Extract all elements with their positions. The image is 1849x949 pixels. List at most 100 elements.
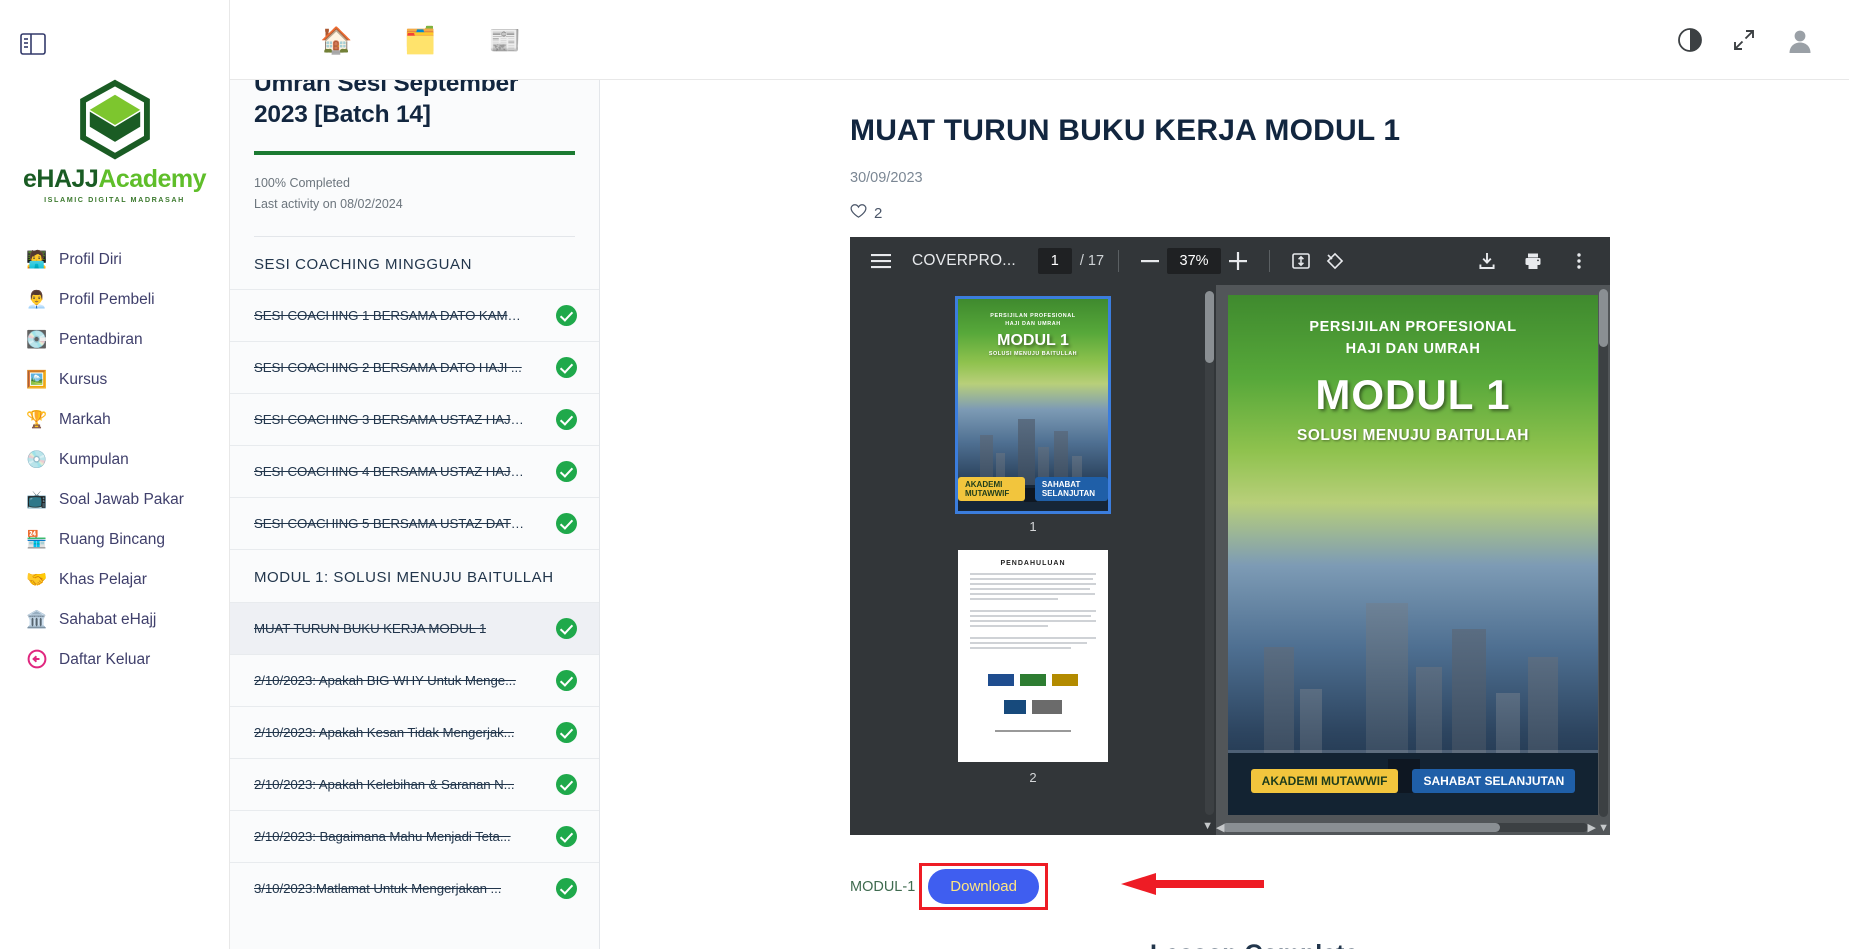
thumbnail-scroll-down-icon[interactable]: ▼	[1202, 820, 1213, 832]
sidebar-item-kursus[interactable]: 🖼️ Kursus	[0, 360, 229, 400]
sidebar-item-khas-pelajar[interactable]: 🤝 Khas Pelajar	[0, 560, 229, 600]
sidebar-item-label: Daftar Keluar	[59, 651, 151, 668]
page-scroll-down-icon[interactable]: ▼	[1598, 822, 1609, 834]
lesson-complete-check-icon	[556, 773, 577, 795]
sidebar-item-label: Sahabat eHajj	[59, 611, 157, 628]
divider	[1269, 250, 1271, 272]
page-scrollbar-horizontal[interactable]	[1222, 823, 1588, 832]
pdf-thumbnail-page-1[interactable]: PERSIJILAN PROFESIONAL HAJI DAN UMRAH MO…	[955, 296, 1111, 514]
like-counter[interactable]: 2	[850, 203, 1849, 223]
fit-to-page-icon[interactable]	[1284, 244, 1318, 278]
sidebar-item-label: Profil Pembeli	[59, 291, 155, 308]
page-hscrollbar-thumb[interactable]	[1222, 823, 1501, 832]
thumbnail-scrollbar-thumb[interactable]	[1205, 291, 1214, 363]
cover-artwork-large: PERSIJILAN PROFESIONAL HAJI DAN UMRAH MO…	[1228, 295, 1598, 815]
pdf-page-total: / 17	[1080, 253, 1104, 269]
sidebar-item-soal-jawab-pakar[interactable]: 📺 Soal Jawab Pakar	[0, 480, 229, 520]
cover-title: MODUL 1	[1315, 371, 1511, 418]
lesson-list-item-active[interactable]: MUAT TURUN BUKU KERJA MODUL 1	[230, 601, 599, 654]
profile-icon: 🧑‍💻	[26, 250, 48, 269]
cover-badge-2: SAHABAT SELANJUTAN	[1412, 769, 1576, 793]
sidebar-item-label: Soal Jawab Pakar	[59, 491, 184, 508]
download-highlight-box: Download	[919, 863, 1048, 910]
sidebar-item-markah[interactable]: 🏆 Markah	[0, 400, 229, 440]
lesson-list-item[interactable]: 2/10/2023: Bagaimana Mahu Menjadi Teta..…	[230, 809, 599, 862]
logo-text: eHAJJAcademy	[23, 165, 206, 194]
logout-icon	[26, 649, 48, 671]
news-icon[interactable]: 📰	[489, 27, 521, 53]
lesson-list-item[interactable]: 2/10/2023: Apakah Kelebihan & Saranan N.…	[230, 757, 599, 810]
lesson-list-item[interactable]: SESI COACHING 5 BERSAMA USTAZ DATO ...	[230, 496, 599, 549]
pdf-body: PERSIJILAN PROFESIONAL HAJI DAN UMRAH MO…	[850, 285, 1610, 835]
sidebar-item-sahabat-ehajj[interactable]: 🏛️ Sahabat eHajj	[0, 600, 229, 640]
discussion-room-icon: 🏪	[26, 530, 48, 549]
user-avatar-icon[interactable]	[1785, 26, 1813, 54]
cover-logos: AKADEMI MUTAWWIF SAHABAT SELANJUTAN	[1228, 769, 1598, 793]
pdf-thumbnail-page-2[interactable]: PENDAHULUAN	[958, 550, 1108, 762]
top-bar: 🏠 🗂️ 📰	[230, 0, 1849, 80]
sidebar-item-kumpulan[interactable]: 💿 Kumpulan	[0, 440, 229, 480]
page-scroll-left-icon[interactable]: ◀	[1216, 821, 1224, 834]
dark-mode-icon[interactable]	[1677, 27, 1703, 53]
heart-icon	[850, 203, 867, 223]
sidebar-item-label: Kumpulan	[59, 451, 129, 468]
lesson-label: SESI COACHING 1 BERSAMA DATO KAMAL...	[254, 307, 526, 323]
more-options-icon[interactable]	[1562, 244, 1596, 278]
thumbnail-scrollbar[interactable]	[1205, 291, 1214, 815]
plus-icon[interactable]	[1221, 244, 1255, 278]
print-icon[interactable]	[1516, 244, 1550, 278]
lesson-list-item[interactable]: 2/10/2023: Apakah Kesan Tidak Mengerjak.…	[230, 705, 599, 758]
sidebar-item-profil-diri[interactable]: 🧑‍💻 Profil Diri	[0, 240, 229, 280]
page2-heading: PENDAHULUAN	[1000, 560, 1066, 567]
courses-icon: 🖼️	[26, 370, 48, 389]
page-scrollbar-thumb[interactable]	[1599, 289, 1608, 347]
lesson-complete-check-icon	[556, 669, 577, 691]
lesson-complete-check-icon	[556, 512, 577, 534]
lesson-label: SESI COACHING 3 BERSAMA USTAZ HAJI ...	[254, 411, 526, 427]
pdf-page-input[interactable]: 1	[1037, 248, 1072, 274]
sidebar-item-ruang-bincang[interactable]: 🏪 Ruang Bincang	[0, 520, 229, 560]
hamburger-menu-icon[interactable]	[864, 244, 898, 278]
download-icon[interactable]	[1470, 244, 1504, 278]
lesson-list-item[interactable]: SESI COACHING 2 BERSAMA DATO HAJI ...	[230, 340, 599, 393]
cover-badge-2: SAHABAT SELANJUTAN	[1034, 477, 1108, 501]
cover-title: MODUL 1	[997, 332, 1069, 349]
pdf-file-name: COVERPRO...	[912, 252, 1016, 269]
fullscreen-expand-icon[interactable]	[1731, 27, 1757, 53]
sidebar-item-label: Khas Pelajar	[59, 571, 147, 588]
lesson-list-item[interactable]: SESI COACHING 1 BERSAMA DATO KAMAL...	[230, 288, 599, 341]
sidebar-item-daftar-keluar[interactable]: Daftar Keluar	[0, 640, 229, 680]
sidebar-item-label: Pentadbiran	[59, 331, 143, 348]
lesson-label: 2/10/2023: Apakah Kelebihan & Saranan N.…	[254, 776, 515, 792]
lesson-list-item[interactable]: SESI COACHING 3 BERSAMA USTAZ HAJI ...	[230, 392, 599, 445]
panel-toggle-icon[interactable]	[20, 33, 46, 55]
pdf-thumbnail-panel[interactable]: PERSIJILAN PROFESIONAL HAJI DAN UMRAH MO…	[850, 285, 1216, 835]
sidebar-item-profil-pembeli[interactable]: 👨‍💼 Profil Pembeli	[0, 280, 229, 320]
course-last-activity: Last activity on 08/02/2024	[254, 197, 403, 212]
lesson-date: 30/09/2023	[850, 170, 923, 186]
lesson-list-item[interactable]: 2/10/2023: Apakah BIG WHY Untuk Menge...	[230, 653, 599, 706]
page-scroll-right-icon[interactable]: ▶	[1588, 821, 1596, 834]
lesson-list-item[interactable]: 3/10/2023:Matlamat Untuk Mengerjakan ...	[230, 861, 599, 914]
home-icon[interactable]: 🏠	[320, 27, 352, 53]
page-scrollbar-vertical[interactable]	[1599, 289, 1608, 817]
cover-logos: AKADEMI MUTAWWIF SAHABAT SELANJUTAN	[958, 477, 1108, 501]
groups-icon: 💿	[26, 450, 48, 469]
cover-line2: HAJI DAN UMRAH	[1345, 341, 1481, 357]
app-root: eHAJJAcademy ISLAMIC DIGITAL MADRASAH 🧑‍…	[0, 0, 1849, 949]
lesson-list-item[interactable]: SESI COACHING 4 BERSAMA USTAZ HAJI ...	[230, 444, 599, 497]
pdf-page-area[interactable]: PERSIJILAN PROFESIONAL HAJI DAN UMRAH MO…	[1216, 285, 1610, 835]
lesson-label: MUAT TURUN BUKU KERJA MODUL 1	[254, 620, 487, 636]
minus-icon[interactable]	[1133, 244, 1167, 278]
courses-icon[interactable]: 🗂️	[404, 27, 436, 53]
download-file-label: MODUL-1	[850, 878, 916, 895]
sidebar-item-pentadbiran[interactable]: 💽 Pentadbiran	[0, 320, 229, 360]
student-special-icon: 🤝	[26, 570, 48, 589]
rotate-icon[interactable]	[1318, 244, 1352, 278]
download-button[interactable]: Download	[928, 869, 1039, 904]
lesson-label: SESI COACHING 2 BERSAMA DATO HAJI ...	[254, 359, 522, 375]
lesson-label: 3/10/2023:Matlamat Untuk Mengerjakan ...	[254, 880, 502, 896]
pdf-zoom-level[interactable]: 37%	[1167, 248, 1222, 274]
sidebar-item-label: Kursus	[59, 371, 108, 388]
pdf-toolbar: COVERPRO... 1 / 17 37%	[850, 237, 1610, 285]
